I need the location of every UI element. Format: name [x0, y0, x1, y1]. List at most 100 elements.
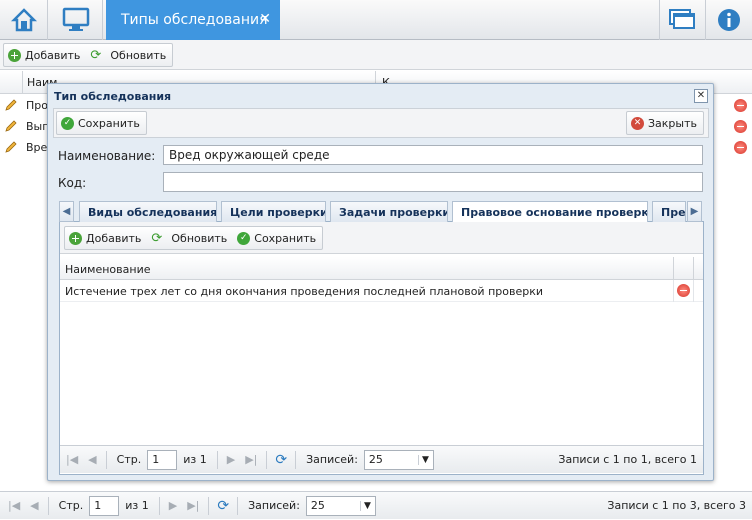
- records-select[interactable]: 25 ▼: [305, 495, 376, 516]
- add-button[interactable]: Добавить: [65, 227, 147, 249]
- records-label: Записей:: [306, 453, 358, 466]
- tab-scroll-right-icon[interactable]: ▶: [687, 201, 702, 222]
- tab-inspection-tasks[interactable]: Задачи проверки: [330, 201, 448, 222]
- close-icon[interactable]: ✕: [694, 89, 708, 103]
- tab-scroll-left-icon[interactable]: ◀: [59, 201, 74, 222]
- refresh-icon: ⟳: [151, 230, 163, 246]
- separator: [216, 450, 218, 469]
- checkmark-icon: ✓: [61, 116, 74, 130]
- add-label: Добавить: [25, 48, 81, 62]
- main-pager: |◀ ◀ Стр. 1 из 1 ▶ ▶| ⟳ Записей: 25 ▼ За…: [0, 491, 752, 519]
- dialog-tabs: ◀ Виды обследования Цели проверки Задачи…: [59, 200, 704, 223]
- records-status: Записи с 1 по 3, всего 3: [607, 499, 746, 512]
- row-name: Истечение трех лет со дня окончания пров…: [65, 285, 544, 298]
- separator: [158, 496, 160, 515]
- windows-button[interactable]: [659, 0, 705, 40]
- code-label: Код:: [58, 176, 87, 190]
- last-page-icon[interactable]: ▶|: [245, 453, 257, 466]
- add-button[interactable]: Добавить: [4, 44, 86, 66]
- separator: [295, 450, 297, 469]
- desktop-button[interactable]: [49, 0, 103, 40]
- separator: [237, 496, 239, 515]
- table-row[interactable]: Истечение трех лет со дня окончания пров…: [60, 280, 703, 302]
- dialog-save-group: ✓ Сохранить: [56, 111, 147, 135]
- dialog-toolbar: ✓ Сохранить ✕ Закрыть: [53, 108, 709, 138]
- tab-inspection-types[interactable]: Типы обследования ✕: [106, 0, 280, 40]
- separator: [47, 496, 49, 515]
- records-status: Записи с 1 по 1, всего 1: [558, 453, 697, 466]
- tab-legal-basis[interactable]: Правовое основание проверки: [452, 201, 648, 223]
- save-label: Сохранить: [78, 116, 140, 130]
- close-icon[interactable]: ✕: [259, 11, 271, 27]
- main-toolbar-group: Добавить ⟳ Обновить: [3, 43, 174, 67]
- save-label: Сохранить: [254, 231, 317, 245]
- dialog-title: Тип обследования: [54, 90, 172, 103]
- name-field[interactable]: Вред окружающей среде: [163, 145, 703, 165]
- column-divider: [693, 280, 694, 302]
- close-button[interactable]: ✕ Закрыть: [627, 112, 703, 134]
- of-pages-label: из 1: [183, 453, 207, 466]
- records-label: Записей:: [248, 499, 300, 512]
- delete-icon[interactable]: [734, 120, 747, 133]
- page-input[interactable]: 1: [89, 495, 120, 516]
- of-pages-label: из 1: [125, 499, 149, 512]
- row-name: Вып: [26, 120, 50, 133]
- page-input[interactable]: 1: [147, 449, 178, 470]
- cancel-icon: ✕: [631, 116, 644, 130]
- top-bar: Типы обследования ✕: [0, 0, 752, 40]
- legal-basis-panel: Добавить ⟳ Обновить ✓ Сохранить Наименов…: [59, 222, 704, 475]
- pencil-icon[interactable]: [4, 98, 18, 112]
- prev-page-icon[interactable]: ◀: [88, 453, 96, 466]
- records-value: 25: [310, 499, 325, 512]
- save-button[interactable]: ✓ Сохранить: [57, 112, 146, 134]
- refresh-icon: ⟳: [90, 47, 102, 63]
- code-field[interactable]: [163, 172, 703, 192]
- next-page-icon[interactable]: ▶: [169, 499, 177, 512]
- inner-toolbar: Добавить ⟳ Обновить ✓ Сохранить: [60, 222, 703, 254]
- refresh-button[interactable]: ⟳ Обновить: [147, 227, 233, 249]
- refresh-label: Обновить: [171, 231, 228, 245]
- column-divider: [673, 280, 674, 302]
- pencil-icon[interactable]: [4, 119, 18, 133]
- chevron-down-icon: ▼: [359, 500, 371, 511]
- info-icon: [717, 9, 740, 31]
- main-toolbar: Добавить ⟳ Обновить: [0, 40, 752, 70]
- refresh-icon[interactable]: ⟳: [217, 498, 229, 514]
- windows-icon: [668, 9, 695, 29]
- info-button[interactable]: [705, 0, 751, 40]
- delete-icon[interactable]: [734, 99, 747, 112]
- refresh-label: Обновить: [110, 48, 167, 62]
- tab-label: Типы обследования: [121, 12, 268, 28]
- close-label: Закрыть: [648, 116, 697, 130]
- next-page-icon[interactable]: ▶: [227, 453, 235, 466]
- last-page-icon[interactable]: ▶|: [187, 499, 199, 512]
- monitor-icon: [62, 7, 89, 31]
- add-label: Добавить: [86, 231, 142, 245]
- inner-grid-header: Наименование: [60, 257, 703, 280]
- inner-toolbar-group: Добавить ⟳ Обновить ✓ Сохранить: [64, 226, 324, 250]
- records-select[interactable]: 25 ▼: [363, 449, 434, 470]
- page-label: Стр.: [58, 499, 84, 512]
- home-icon: [10, 8, 37, 32]
- save-button[interactable]: ✓ Сохранить: [233, 227, 322, 249]
- refresh-button[interactable]: ⟳ Обновить: [86, 44, 172, 66]
- first-page-icon[interactable]: |◀: [66, 453, 78, 466]
- tab-inspection-goals[interactable]: Цели проверки: [221, 201, 326, 222]
- delete-icon[interactable]: [677, 284, 690, 297]
- pencil-icon[interactable]: [4, 140, 18, 154]
- add-icon: [69, 231, 82, 245]
- delete-icon[interactable]: [734, 141, 747, 154]
- inner-pager: |◀ ◀ Стр. 1 из 1 ▶ ▶| ⟳ Записей: 25 ▼ За…: [60, 445, 703, 473]
- tab-inspection-kinds[interactable]: Виды обследования: [79, 201, 217, 222]
- tab-more[interactable]: Пре: [652, 201, 686, 222]
- first-page-icon[interactable]: |◀: [8, 499, 20, 512]
- column-name-header[interactable]: Наименование: [65, 263, 150, 276]
- refresh-icon[interactable]: ⟳: [275, 452, 287, 468]
- add-icon: [8, 48, 21, 62]
- row-name: Про: [26, 99, 48, 112]
- column-divider: [693, 257, 694, 280]
- column-divider: [673, 257, 674, 280]
- home-button[interactable]: [0, 0, 48, 40]
- dialog-close-group: ✕ Закрыть: [626, 111, 704, 135]
- prev-page-icon[interactable]: ◀: [30, 499, 38, 512]
